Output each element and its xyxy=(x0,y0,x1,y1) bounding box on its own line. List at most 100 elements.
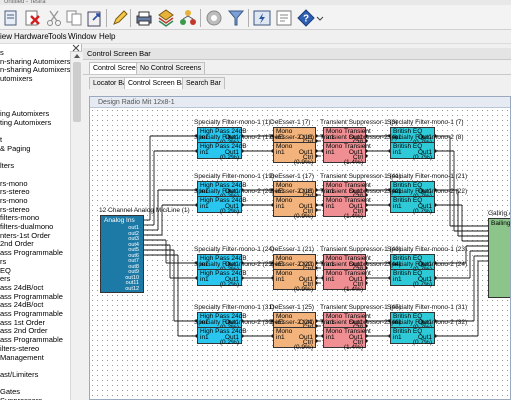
tree-item[interactable]: ilters-stereo xyxy=(0,344,39,353)
filter-block[interactable]: High Pass 24dBin1Out1(0.2%) xyxy=(197,196,247,215)
tree-item[interactable]: rs xyxy=(0,257,6,266)
delayer-block[interactable]: Monoin1Out1Ctrl(0.9%) xyxy=(273,142,316,166)
delayer-block[interactable]: Monoin1Out1Ctrl(0.9%) xyxy=(273,196,316,220)
tree-item[interactable]: s xyxy=(0,48,4,57)
bolt-icon[interactable] xyxy=(252,8,272,28)
eq-block[interactable]: British EQin1Out1(0.7%) xyxy=(390,142,435,161)
filter-block[interactable]: High Pass 24dBin1Out1(0.2%) xyxy=(197,142,247,161)
copy-icon[interactable] xyxy=(64,8,84,28)
tree-item[interactable]: n-sharing Automixers xyxy=(0,57,70,66)
cut-icon[interactable] xyxy=(44,8,64,28)
tree-item[interactable]: 2nd Order xyxy=(0,239,34,248)
tree-item[interactable]: ass 24dB/oct xyxy=(0,283,43,292)
scroll-up-icon[interactable] xyxy=(72,52,82,60)
delayer-block-label: DeEsser-1 (7) xyxy=(270,119,311,126)
tree-item[interactable]: Suppressors xyxy=(0,396,42,400)
eq-block[interactable]: British EQin1Out1(0.7%) xyxy=(390,327,435,346)
chevron-down-icon[interactable] xyxy=(316,8,324,28)
menu-help[interactable]: Help xyxy=(99,32,115,41)
tree-item[interactable]: ass Programmable xyxy=(0,335,63,344)
delete-icon[interactable] xyxy=(23,8,43,28)
delayer-block[interactable]: Monoin1Out1Ctrl(0.9%) xyxy=(273,327,316,351)
output-block[interactable]: Bailing xyxy=(488,218,510,298)
tree-item[interactable]: filters-mono xyxy=(0,213,39,222)
filter-icon[interactable] xyxy=(226,8,246,28)
report-icon[interactable] xyxy=(274,8,294,28)
filter-block[interactable]: High Pass 24dBin1Out1(0.2%) xyxy=(197,327,247,346)
eq-cpu-value: (0.7%) xyxy=(412,208,432,215)
tree-item[interactable]: t xyxy=(0,135,2,144)
svg-text:?: ? xyxy=(303,14,309,25)
input-port-label: out12 xyxy=(125,285,139,292)
delayer-block-label: DeEsser-2 (24) xyxy=(270,319,315,326)
tree-item[interactable]: ass Programmable xyxy=(0,292,63,301)
delayer-input-port-label: in1 xyxy=(276,276,285,283)
stop-icon[interactable] xyxy=(204,8,224,28)
tree-item[interactable]: ing Automixers xyxy=(0,109,49,118)
delayer-input-port-label: in1 xyxy=(276,203,285,210)
menu-view[interactable]: iew xyxy=(0,32,12,41)
tree-item[interactable]: ers xyxy=(0,274,10,283)
tree-item[interactable]: rs-stereo xyxy=(0,205,30,214)
eq-block-label: Specialty Filter-mono-2 (22) xyxy=(387,188,468,195)
tree-item[interactable]: ass 1st Order xyxy=(0,318,45,327)
stack-icon[interactable] xyxy=(156,8,176,28)
design-canvas[interactable]: Specialty Filter-mono-1 (1) High Pass 24d… xyxy=(90,108,510,399)
tree-item[interactable]: ast/Limiters xyxy=(0,370,38,379)
paste-icon[interactable] xyxy=(84,8,104,28)
eq-block[interactable]: British EQin1Out1(0.7%) xyxy=(390,196,435,215)
close-icon[interactable] xyxy=(70,44,81,52)
scroll-thumb[interactable] xyxy=(73,62,81,122)
tree-item[interactable]: filters-dualmono xyxy=(0,222,53,231)
filter-input-port-label: in1 xyxy=(200,203,209,210)
menu-hardware[interactable]: Hardware xyxy=(14,32,49,41)
comp-block[interactable]: Mono Transientin1Out1Ctrl(1.4%) xyxy=(323,142,371,166)
delayer-block-label: DeEsser-2 (18) xyxy=(270,188,315,195)
tree-item[interactable]: rs-mono xyxy=(0,196,28,205)
tree-item[interactable]: ass 24dB/oct xyxy=(0,300,43,309)
pencil-icon[interactable] xyxy=(110,8,130,28)
comp-block[interactable]: Mono Transientin1Out1Ctrl(1.4%) xyxy=(323,196,371,220)
filter-block[interactable]: High Pass 24dBin1Out1(0.2%) xyxy=(197,269,247,288)
delayer-cpu-value: (0.9%) xyxy=(293,286,313,293)
tree-item[interactable]: rs-mono xyxy=(0,179,28,188)
input-block-title: Analog Ins xyxy=(104,217,135,224)
delayer-block[interactable]: Monoin1Out1Ctrl(0.9%) xyxy=(273,269,316,293)
comp-block-label: Transient Suppressor-1 (3) xyxy=(320,119,398,126)
filter-input-port-label: in1 xyxy=(200,149,209,156)
tree-item[interactable]: n-sharing Automixers xyxy=(0,65,70,74)
help-icon[interactable]: ? xyxy=(296,8,316,28)
tree-item[interactable]: ass 2nd Order xyxy=(0,326,48,335)
tab-no-control-screens[interactable]: No Control Screens xyxy=(136,62,206,74)
tab-search-bar[interactable]: Search Bar xyxy=(182,77,226,89)
menu-window[interactable]: Window xyxy=(68,32,96,41)
tree-icon[interactable] xyxy=(178,8,198,28)
tree-item[interactable]: utomixers xyxy=(0,74,33,83)
tree-item[interactable]: lters xyxy=(0,161,14,170)
filter-block-label: Specialty Filter-mono-2 (30) xyxy=(194,319,275,326)
comp-block-label: Transient Suppressor-2 (4) xyxy=(320,134,398,141)
comp-cpu-value: (1.4%) xyxy=(343,344,363,351)
comp-block[interactable]: Mono Transientin1Out1Ctrl(1.4%) xyxy=(323,269,371,293)
tree-item[interactable]: ass Programmable xyxy=(0,309,63,318)
tree-item[interactable]: & Paging xyxy=(0,144,30,153)
menu-tools[interactable]: Tools xyxy=(48,32,67,41)
filter-cpu-value: (0.2%) xyxy=(219,281,239,288)
analog-input-block[interactable]: Analog Ins out1 out2 out3 out4 out5 out6 out7 ou… xyxy=(100,215,144,293)
tree-item[interactable]: Gates xyxy=(0,387,20,396)
print-icon[interactable] xyxy=(134,8,154,28)
eq-block[interactable]: British EQin1Out1(0.7%) xyxy=(390,269,435,288)
tree-item[interactable]: ting Automixers xyxy=(0,118,51,127)
comp-block[interactable]: Mono Transientin1Out1Ctrl(1.4%) xyxy=(323,327,371,351)
page-icon[interactable] xyxy=(1,8,21,28)
tree-item[interactable]: rs-stereo xyxy=(0,187,30,196)
tree-item[interactable]: EQ xyxy=(0,266,11,275)
tree-item[interactable]: nters-1st Order xyxy=(0,231,50,240)
comp-input-port-label: in1 xyxy=(326,149,335,156)
delayer-input-port-label: in1 xyxy=(276,149,285,156)
tree-item[interactable]: ass Programmable xyxy=(0,248,63,257)
tree-scrollbar[interactable] xyxy=(70,52,82,400)
delayer-cpu-value: (0.9%) xyxy=(293,159,313,166)
tree-item[interactable]: Management xyxy=(0,353,44,362)
design-window: Design Radio Mit 12x8-1 Specialty Filter… xyxy=(89,96,511,400)
